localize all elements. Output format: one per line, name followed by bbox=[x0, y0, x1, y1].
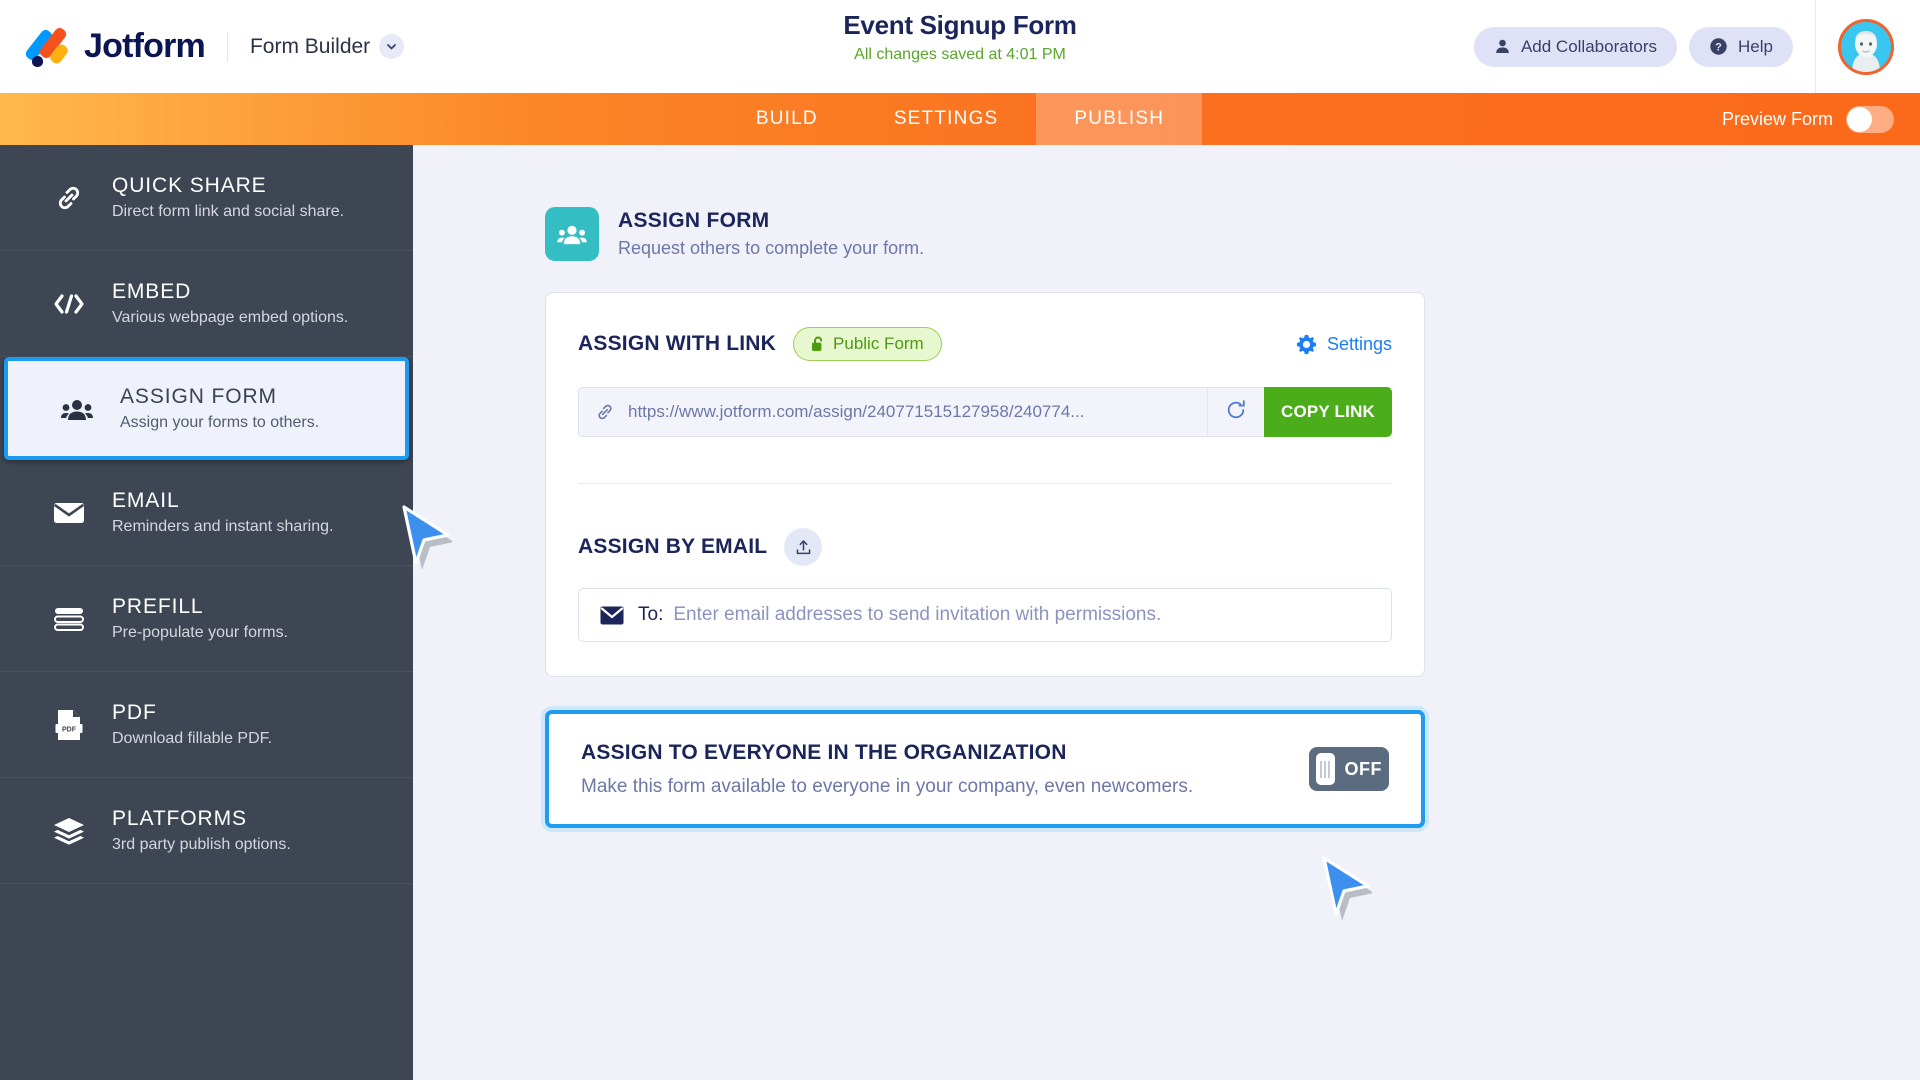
sidebar-item-text: EMBED Various webpage embed options. bbox=[112, 280, 348, 327]
jotform-logo-icon bbox=[23, 25, 72, 69]
toggle-knob bbox=[1847, 106, 1872, 132]
sidebar-item-prefill[interactable]: PREFILL Pre-populate your forms. bbox=[0, 566, 413, 672]
publish-navbar: BUILD SETTINGS PUBLISH Preview Form bbox=[0, 93, 1920, 145]
chevron-down-icon[interactable] bbox=[379, 34, 405, 59]
refresh-link-button[interactable] bbox=[1207, 387, 1264, 437]
organization-subtitle: Make this form available to everyone in … bbox=[581, 775, 1194, 797]
assign-link-row: https://www.jotform.com/assign/240771515… bbox=[578, 387, 1392, 437]
section-header-text: ASSIGN FORM Request others to complete y… bbox=[618, 209, 924, 259]
assign-with-link-label: ASSIGN WITH LINK bbox=[578, 332, 777, 355]
sidebar-item-title: QUICK SHARE bbox=[112, 174, 267, 197]
toggle-state-label: OFF bbox=[1344, 758, 1382, 779]
sidebar-item-text: ASSIGN FORM Assign your forms to others. bbox=[120, 385, 319, 432]
sidebar-item-title: PREFILL bbox=[112, 595, 204, 618]
tab-publish[interactable]: PUBLISH bbox=[1036, 93, 1203, 145]
sidebar-item-sub: Direct form link and social share. bbox=[112, 203, 345, 220]
sidebar-item-title: PDF bbox=[112, 701, 157, 724]
brand-area: Jotform Form Builder bbox=[23, 25, 405, 69]
link-icon bbox=[48, 182, 90, 214]
email-to-label: To: bbox=[638, 604, 664, 625]
help-label: Help bbox=[1738, 36, 1773, 56]
copy-link-button[interactable]: COPY LINK bbox=[1264, 387, 1392, 437]
svg-text:PDF: PDF bbox=[62, 726, 77, 733]
refresh-icon bbox=[1225, 399, 1247, 426]
list-icon bbox=[48, 607, 90, 631]
chain-link-icon bbox=[595, 402, 615, 422]
publish-sidebar: QUICK SHARE Direct form link and social … bbox=[0, 145, 413, 1080]
settings-label: Settings bbox=[1326, 333, 1392, 354]
tab-settings[interactable]: SETTINGS bbox=[856, 93, 1037, 145]
public-form-badge-label: Public Form bbox=[833, 334, 924, 353]
people-icon bbox=[56, 397, 98, 421]
sidebar-item-email[interactable]: EMAIL Reminders and instant sharing. bbox=[0, 460, 413, 566]
app-header: Jotform Form Builder Event Signup Form A… bbox=[0, 0, 1920, 93]
assign-link-url: https://www.jotform.com/assign/240771515… bbox=[628, 402, 1085, 421]
tab-build[interactable]: BUILD bbox=[718, 93, 856, 145]
sidebar-item-text: PREFILL Pre-populate your forms. bbox=[112, 595, 288, 642]
sidebar-item-title: ASSIGN FORM bbox=[120, 385, 277, 408]
sidebar-item-text: QUICK SHARE Direct form link and social … bbox=[112, 174, 344, 221]
brand-name: Jotform bbox=[84, 27, 206, 65]
assign-link-card: ASSIGN WITH LINK Public Form Settings ht… bbox=[545, 292, 1425, 677]
svg-text:?: ? bbox=[1715, 42, 1722, 54]
people-icon bbox=[545, 207, 599, 261]
avatar[interactable] bbox=[1838, 18, 1894, 75]
sidebar-item-sub: Download fillable PDF. bbox=[112, 730, 273, 747]
sidebar-item-sub: 3rd party publish options. bbox=[112, 836, 291, 853]
organization-toggle[interactable]: OFF bbox=[1309, 747, 1389, 791]
sidebar-item-quick-share[interactable]: QUICK SHARE Direct form link and social … bbox=[0, 145, 413, 251]
sidebar-item-assign-form[interactable]: ASSIGN FORM Assign your forms to others. bbox=[4, 357, 409, 460]
main-content: ASSIGN FORM Request others to complete y… bbox=[413, 145, 1920, 1080]
open-lock-icon bbox=[811, 336, 825, 352]
section-subtitle: Request others to complete your form. bbox=[618, 238, 925, 258]
sidebar-item-platforms[interactable]: PLATFORMS 3rd party publish options. bbox=[0, 778, 413, 884]
preview-form-control: Preview Form bbox=[1722, 93, 1894, 145]
section-title: ASSIGN FORM bbox=[618, 209, 770, 232]
add-collaborators-label: Add Collaborators bbox=[1520, 36, 1658, 56]
sidebar-item-title: EMAIL bbox=[112, 489, 180, 512]
header-actions: Add Collaborators ? Help bbox=[1473, 0, 1920, 93]
sidebar-item-sub: Assign your forms to others. bbox=[120, 414, 320, 431]
email-placeholder: Enter email addresses to send invitation… bbox=[673, 604, 1162, 625]
sidebar-item-text: PDF Download fillable PDF. bbox=[112, 701, 272, 748]
header-divider bbox=[226, 31, 228, 62]
assign-by-email-header: ASSIGN BY EMAIL bbox=[578, 528, 1392, 566]
sidebar-item-pdf[interactable]: PDF PDF Download fillable PDF. bbox=[0, 672, 413, 778]
question-mark-icon: ? bbox=[1709, 37, 1728, 56]
sidebar-item-title: EMBED bbox=[112, 280, 192, 303]
preview-form-toggle[interactable] bbox=[1846, 105, 1894, 133]
help-button[interactable]: ? Help bbox=[1689, 26, 1793, 67]
pdf-file-icon: PDF bbox=[48, 709, 90, 741]
card-divider bbox=[578, 483, 1392, 484]
public-form-badge[interactable]: Public Form bbox=[793, 327, 942, 361]
sidebar-item-sub: Various webpage embed options. bbox=[112, 309, 349, 326]
preview-form-label: Preview Form bbox=[1721, 108, 1833, 129]
assign-with-link-row: ASSIGN WITH LINK Public Form Settings bbox=[578, 327, 1392, 361]
envelope-icon bbox=[600, 606, 624, 625]
assign-organization-card[interactable]: ASSIGN TO EVERYONE IN THE ORGANIZATION M… bbox=[545, 710, 1425, 828]
upload-icon[interactable] bbox=[784, 528, 823, 566]
form-builder-label: Form Builder bbox=[249, 34, 371, 58]
sidebar-item-sub: Pre-populate your forms. bbox=[112, 624, 289, 641]
sidebar-item-sub: Reminders and instant sharing. bbox=[112, 518, 334, 535]
assign-link-input[interactable]: https://www.jotform.com/assign/240771515… bbox=[578, 387, 1207, 437]
sidebar-item-text: EMAIL Reminders and instant sharing. bbox=[112, 489, 333, 536]
organization-text: ASSIGN TO EVERYONE IN THE ORGANIZATION M… bbox=[581, 741, 1193, 798]
header-vertical-divider bbox=[1815, 0, 1816, 93]
person-icon bbox=[1494, 38, 1511, 55]
toggle-knob bbox=[1316, 753, 1335, 785]
layers-icon bbox=[48, 817, 90, 845]
organization-title: ASSIGN TO EVERYONE IN THE ORGANIZATION bbox=[581, 740, 1067, 764]
link-settings-button[interactable]: Settings bbox=[1296, 334, 1392, 355]
gear-icon bbox=[1296, 334, 1317, 355]
sidebar-item-title: PLATFORMS bbox=[112, 807, 247, 830]
add-collaborators-button[interactable]: Add Collaborators bbox=[1473, 26, 1678, 67]
sidebar-item-text: PLATFORMS 3rd party publish options. bbox=[112, 807, 291, 854]
envelope-icon bbox=[48, 501, 90, 525]
code-icon bbox=[48, 291, 90, 317]
sidebar-item-embed[interactable]: EMBED Various webpage embed options. bbox=[0, 251, 413, 357]
assign-by-email-label: ASSIGN BY EMAIL bbox=[578, 535, 768, 558]
assign-form-section-header: ASSIGN FORM Request others to complete y… bbox=[545, 207, 1920, 261]
email-recipients-field[interactable]: To: Enter email addresses to send invita… bbox=[578, 588, 1392, 642]
